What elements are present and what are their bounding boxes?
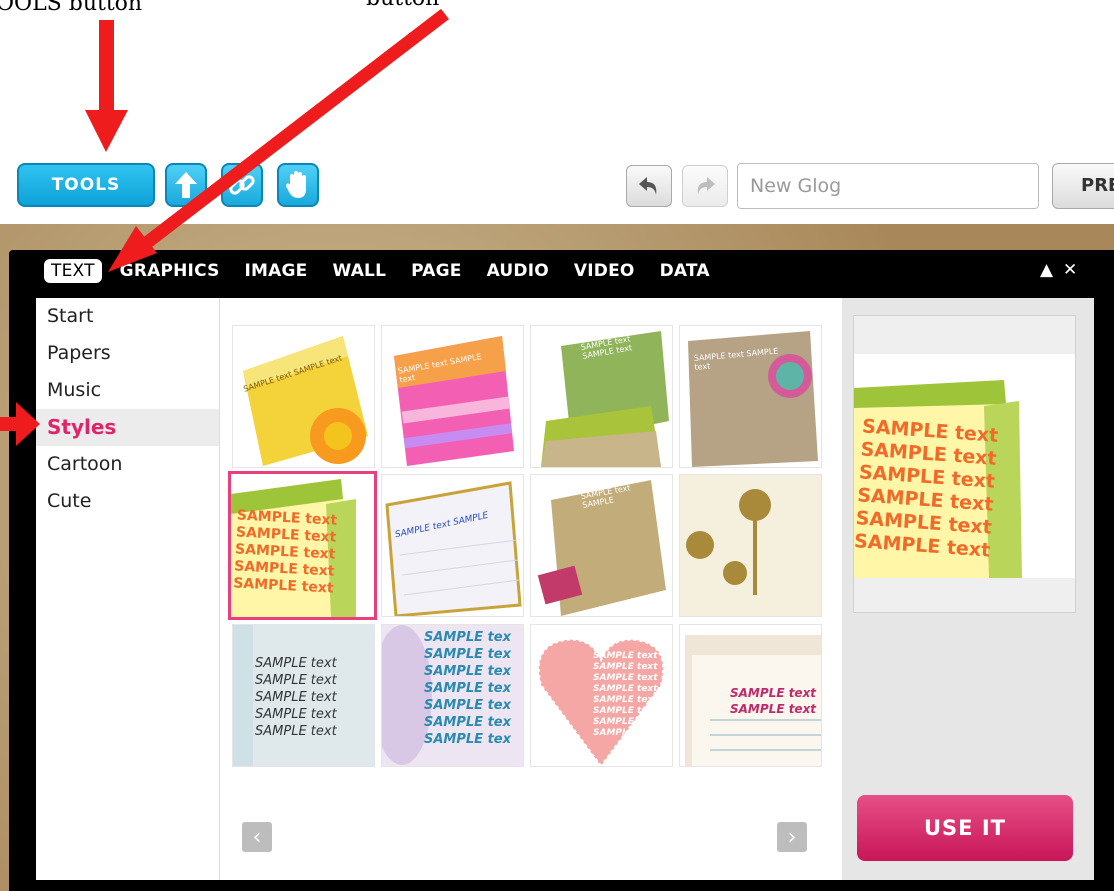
- style-thumbnail[interactable]: SAMPLE text SAMPLE text: [679, 624, 822, 767]
- tools-button[interactable]: TOOLS: [17, 163, 155, 207]
- thumbnail-image: [688, 331, 818, 467]
- thumbnail-sample-text: SAMPLE text: [593, 717, 658, 727]
- thumbnail-sample-text: SAMPLE text: [730, 702, 817, 716]
- thumbnail-image: [243, 336, 368, 466]
- style-thumbnail-selected[interactable]: SAMPLE text SAMPLE text SAMPLE text SAMP…: [228, 471, 377, 620]
- thumbnail-sample-text: SAMPLE text: [255, 673, 337, 688]
- arrow-to-tools: [85, 20, 128, 152]
- thumbnail-sample-lines: SAMPLE tex SAMPLE tex SAMPLE tex SAMPLE …: [424, 629, 511, 748]
- style-thumbnail[interactable]: SAMPLE text SAMPLE: [530, 474, 673, 617]
- thumbnail-sample-text: SAMPLE text: [255, 690, 337, 705]
- thumbnail-sample-text: SAMPLE tex: [424, 732, 511, 747]
- use-it-button[interactable]: USE IT: [857, 795, 1073, 861]
- thumbnail-sample-lines: SAMPLE text SAMPLE text SAMPLE text SAMP…: [255, 655, 337, 740]
- thumbnail-sample-text: SAMPLE tex: [424, 664, 511, 679]
- thumbnail-sample-text: SAMPLE text: [255, 656, 337, 671]
- annotation-tools-button: OOLS button: [0, 0, 143, 16]
- thumbnail-image: [680, 475, 821, 616]
- hand-icon: [285, 171, 306, 198]
- preview-button[interactable]: PRE: [1052, 163, 1114, 209]
- thumbnail-sample-text: SAMPLE text: [593, 662, 658, 672]
- style-thumbnail[interactable]: SAMPLE text SAMPLE text: [679, 325, 822, 468]
- undo-button[interactable]: [626, 165, 672, 207]
- style-thumbnail[interactable]: SAMPLE text SAMPLE text: [530, 325, 673, 468]
- undo-icon: [639, 177, 657, 195]
- style-thumbnail[interactable]: SAMPLE text SAMPLE text: [232, 325, 375, 468]
- thumbnail-sample-lines: SAMPLE text SAMPLE text: [730, 685, 816, 717]
- sidebar-item-start[interactable]: Start: [36, 298, 219, 335]
- tab-page[interactable]: PAGE: [404, 259, 468, 283]
- tab-video[interactable]: VIDEO: [567, 259, 642, 283]
- tab-image[interactable]: IMAGE: [238, 259, 315, 283]
- style-preview: SAMPLE text SAMPLE text SAMPLE text SAMP…: [853, 315, 1076, 613]
- tab-graphics[interactable]: GRAPHICS: [113, 259, 227, 283]
- thumbnail-image: [385, 481, 522, 616]
- thumbnail-sample-text: SAMPLE text: [730, 686, 817, 700]
- arrow-up-icon: [175, 172, 197, 198]
- collapse-icon[interactable]: ▲: [1040, 260, 1053, 280]
- thumbnail-sample-text: SAMPLE text: [593, 695, 658, 705]
- tab-data[interactable]: DATA: [653, 259, 717, 283]
- thumbnail-sample-text: SAMPLE text: [255, 707, 337, 722]
- category-sidebar: Start Papers Music Styles Cartoon Cute: [36, 298, 219, 880]
- chevron-left-icon: ‹: [252, 824, 262, 850]
- redo-icon: [697, 177, 715, 195]
- redo-button[interactable]: [682, 165, 728, 207]
- annotation-button: button: [366, 0, 439, 11]
- tab-wall[interactable]: WALL: [326, 259, 394, 283]
- style-thumbnail[interactable]: SAMPLE text SAMPLE text SAMPLE text SAMP…: [232, 624, 375, 767]
- thumbnail-sample-text: SAMPLE text: [255, 724, 337, 739]
- link-button[interactable]: [221, 163, 263, 207]
- thumbnail-sample-text: SAMPLE tex: [424, 715, 511, 730]
- thumbnail-sample-text: SAMPLE text: [593, 706, 658, 716]
- thumbnail-sample-text: SAMPLE tex: [424, 630, 511, 645]
- next-page-button[interactable]: ›: [777, 822, 807, 852]
- close-icon[interactable]: ✕: [1063, 260, 1077, 280]
- sidebar-item-styles[interactable]: Styles: [36, 409, 219, 446]
- style-thumbnail[interactable]: SAMPLE text SAMPLE text SAMPLE text SAMP…: [530, 624, 673, 767]
- link-icon: [229, 175, 255, 195]
- thumbnail-sample-text: SAMPLE tex: [424, 698, 511, 713]
- thumbnail-sample-text: SAMPLE text: [593, 684, 658, 694]
- glog-title-input[interactable]: [737, 163, 1039, 209]
- thumbnail-sample-text: SAMPLE text: [593, 651, 658, 661]
- thumbnail-sample-text: SAMPLE tex: [424, 647, 511, 662]
- chevron-right-icon: ›: [787, 824, 797, 850]
- sidebar-item-music[interactable]: Music: [36, 372, 219, 409]
- thumbnail-sample-text: SAMPLE text: [593, 673, 658, 683]
- thumbnail-sample-lines: SAMPLE text SAMPLE text SAMPLE text SAMP…: [233, 507, 338, 597]
- sidebar-item-papers[interactable]: Papers: [36, 335, 219, 372]
- thumbnail-sample-text: SAMPLE text: [593, 728, 658, 738]
- style-thumbnail[interactable]: [679, 474, 822, 617]
- thumbnail-image: [394, 336, 514, 466]
- hand-button[interactable]: [277, 163, 319, 207]
- upload-button[interactable]: [165, 163, 207, 207]
- style-thumbnail[interactable]: SAMPLE text SAMPLE text: [381, 325, 524, 468]
- preview-sample-lines: SAMPLE text SAMPLE text SAMPLE text SAMP…: [854, 415, 999, 562]
- panel-tabs: TEXT GRAPHICS IMAGE WALL PAGE AUDIO VIDE…: [44, 256, 728, 286]
- style-thumbnail[interactable]: SAMPLE text SAMPLE: [381, 474, 524, 617]
- sidebar-item-cartoon[interactable]: Cartoon: [36, 446, 219, 483]
- thumbnail-sample-text: SAMPLE tex: [424, 681, 511, 696]
- thumbnail-sample-lines: SAMPLE text SAMPLE text SAMPLE text SAMP…: [593, 651, 658, 739]
- tab-audio[interactable]: AUDIO: [480, 259, 556, 283]
- sidebar-item-cute[interactable]: Cute: [36, 483, 219, 520]
- tab-text[interactable]: TEXT: [44, 259, 102, 283]
- style-thumbnail[interactable]: SAMPLE tex SAMPLE tex SAMPLE tex SAMPLE …: [381, 624, 524, 767]
- prev-page-button[interactable]: ‹: [242, 822, 272, 852]
